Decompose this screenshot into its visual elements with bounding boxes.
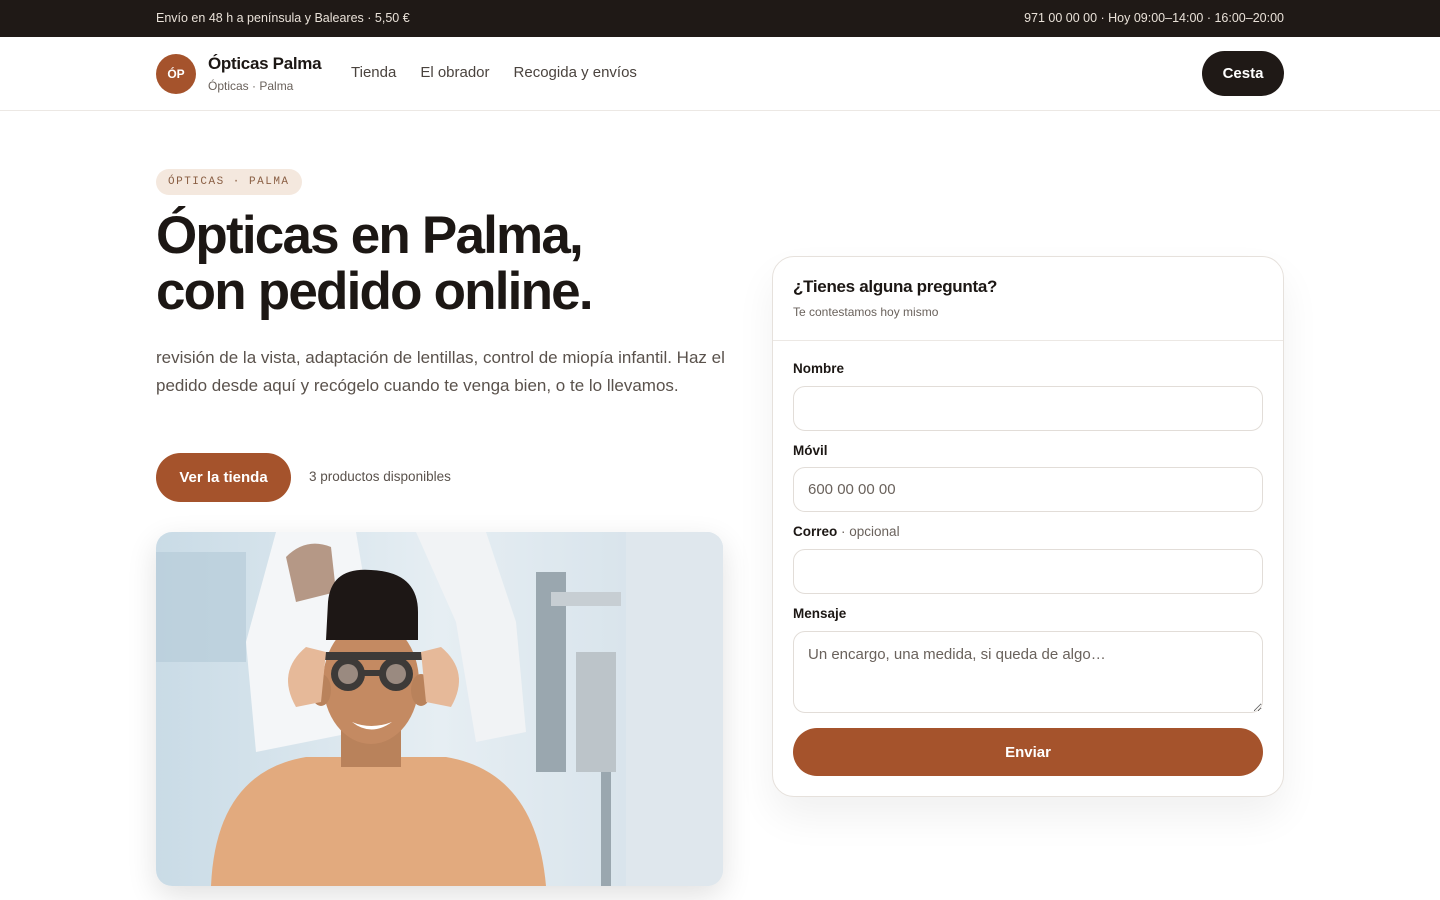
hero-description: revisión de la vista, adaptación de lent…: [156, 348, 725, 395]
name-field[interactable]: [793, 386, 1263, 431]
contact-form-header: ¿Tienes alguna pregunta? Te contestamos …: [773, 257, 1283, 341]
hero-photo: [156, 532, 723, 886]
main-nav: ÓP Ópticas Palma Ópticas · Palma Tienda …: [0, 37, 1440, 111]
category-pill: ÓPTICAS · PALMA: [156, 169, 302, 195]
email-label-text: Correo: [793, 524, 838, 539]
eye-exam-illustration: [156, 532, 723, 886]
message-label: Mensaje: [793, 606, 847, 621]
contact-form-card: ¿Tienes alguna pregunta? Te contestamos …: [772, 256, 1284, 797]
hero-title-line-2: con pedido online.: [156, 262, 594, 321]
available-products: 3 productos disponibles: [309, 469, 451, 484]
view-shop-button[interactable]: Ver la tienda: [156, 453, 291, 502]
nav-link-tienda[interactable]: Tienda: [351, 64, 396, 81]
hero-title: Ópticas en Palma, con pedido online.: [156, 208, 756, 320]
nav-link-recogida[interactable]: Recogida y envíos: [514, 64, 637, 81]
email-label: Correo · opcional: [793, 524, 900, 539]
email-field[interactable]: [793, 549, 1263, 594]
nav-link-obrador[interactable]: El obrador: [420, 64, 489, 81]
brand-logo[interactable]: ÓP: [156, 54, 196, 94]
phone-label: Móvil: [793, 443, 828, 458]
announcement-bar: Envío en 48 h a península y Baleares · 5…: [0, 0, 1440, 37]
contact-form-title: ¿Tienes alguna pregunta?: [793, 277, 998, 296]
cart-button[interactable]: Cesta: [1202, 51, 1284, 96]
brand-name[interactable]: Ópticas Palma: [208, 54, 322, 74]
message-field[interactable]: [793, 631, 1263, 713]
brand-subtitle: Ópticas · Palma: [208, 79, 294, 93]
name-label: Nombre: [793, 361, 845, 376]
contact-form-subtitle: Te contestamos hoy mismo: [793, 305, 939, 319]
email-optional-note: · opcional: [841, 524, 900, 539]
send-button[interactable]: Enviar: [793, 728, 1263, 776]
nav-links: Tienda El obrador Recogida y envíos: [351, 64, 637, 81]
hero-title-line-1: Ópticas en Palma,: [156, 206, 584, 265]
phone-field[interactable]: [793, 467, 1263, 512]
contact-hours: 971 00 00 00 · Hoy 09:00–14:00 · 16:00–2…: [1024, 11, 1284, 25]
shipping-info: Envío en 48 h a península y Baleares · 5…: [156, 11, 410, 25]
